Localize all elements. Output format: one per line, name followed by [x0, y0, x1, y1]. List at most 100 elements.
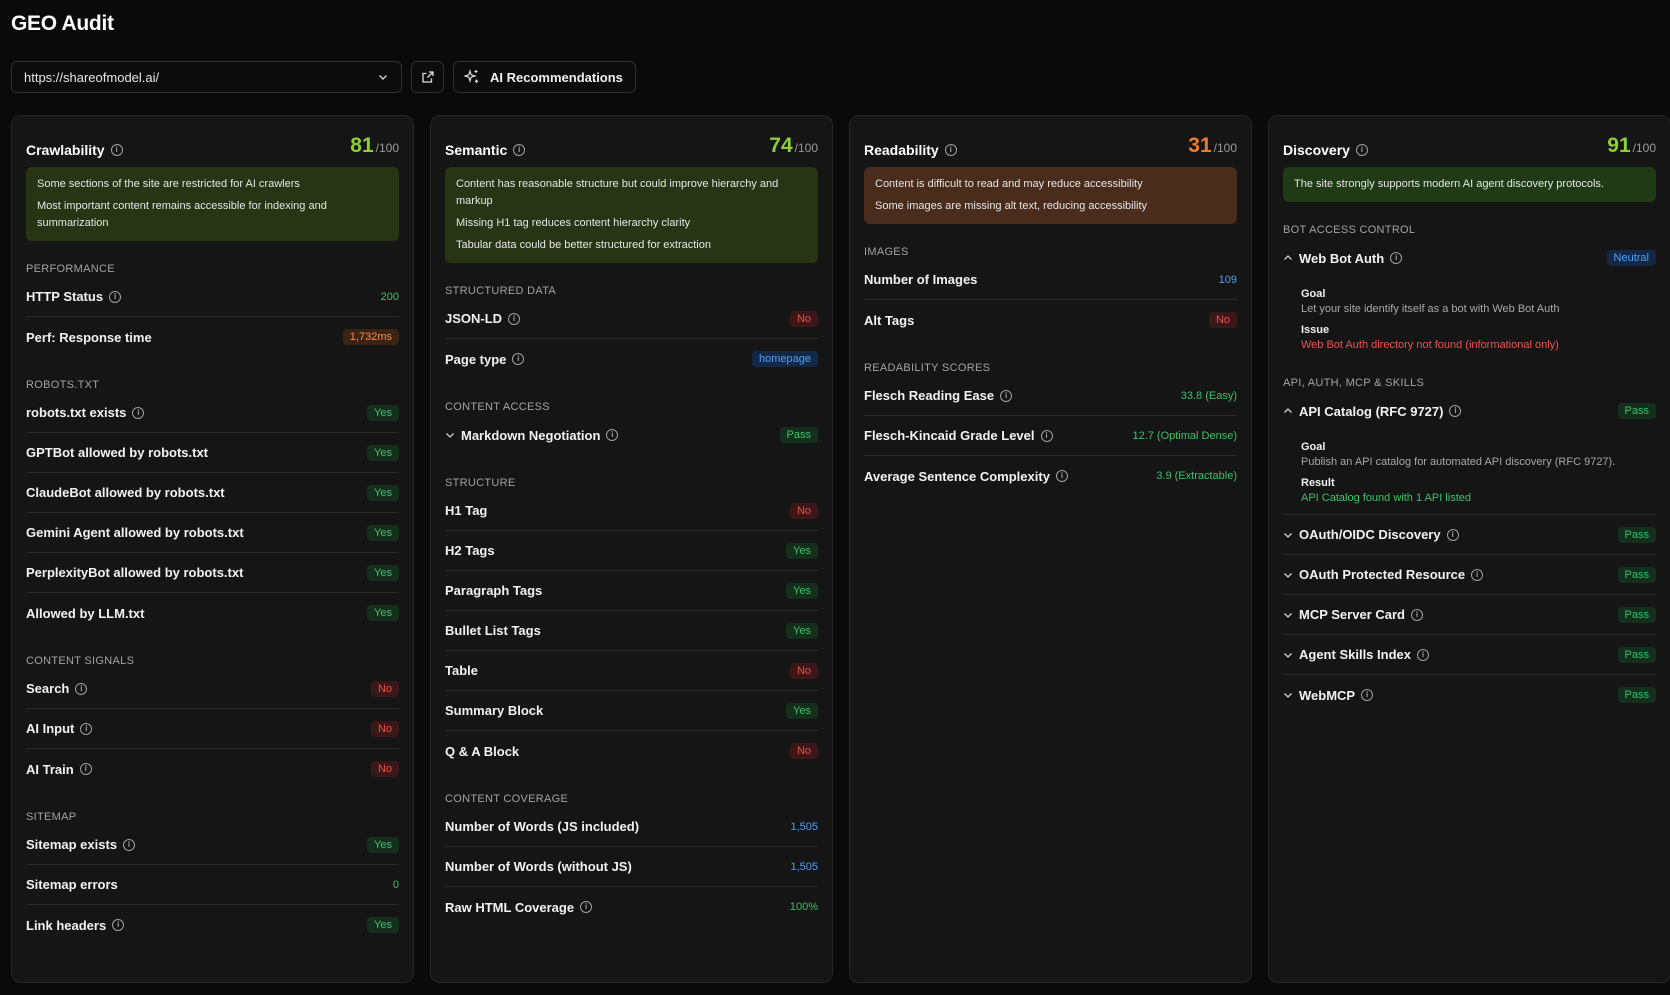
flesch-row: Flesch Reading Ease i 33.8 (Easy)	[864, 376, 1237, 416]
card-title: Readability i	[864, 142, 957, 158]
detail-value: Let your site identify itself as a bot w…	[1301, 303, 1560, 315]
detail-key: Goal	[1301, 288, 1326, 300]
info-icon[interactable]: i	[1355, 144, 1368, 156]
info-icon[interactable]: i	[508, 312, 521, 325]
info-icon[interactable]: i	[1449, 405, 1462, 417]
info-icon[interactable]: i	[109, 290, 122, 303]
info-icon[interactable]: i	[123, 838, 136, 851]
markdown-negotiation-row[interactable]: Markdown Negotiation i Pass	[445, 415, 818, 455]
words-nojs-row: Number of Words (without JS) 1,505	[445, 847, 818, 887]
value: 1,505	[790, 820, 818, 833]
summary-item: Tabular data could be better structured …	[456, 239, 711, 251]
ai-recommendations-label: AI Recommendations	[490, 69, 623, 85]
mcp-server-card-row[interactable]: MCP Server Card i Pass	[1283, 595, 1656, 635]
badge: Yes	[786, 582, 818, 599]
value: 109	[1218, 273, 1237, 286]
section-label: IMAGES	[864, 246, 909, 258]
info-icon[interactable]: i	[512, 353, 525, 365]
webmcp-row[interactable]: WebMCP i Pass	[1283, 675, 1656, 715]
summary-item: Some images are missing alt text, reduci…	[875, 200, 1148, 212]
detail-key: Result	[1301, 477, 1335, 489]
info-icon[interactable]: i	[1040, 429, 1053, 442]
card-title: Crawlability i	[26, 142, 123, 158]
claudebot-row: ClaudeBot allowed by robots.txt Yes	[26, 473, 399, 513]
info-icon[interactable]: i	[1000, 389, 1013, 402]
oauth-oidc-row[interactable]: OAuth/OIDC Discovery i Pass	[1283, 515, 1656, 555]
open-external-button[interactable]	[411, 61, 444, 93]
info-icon[interactable]: i	[79, 763, 92, 775]
chevron-down-icon[interactable]	[1283, 650, 1293, 660]
section-label: CONTENT SIGNALS	[26, 655, 135, 667]
info-icon[interactable]: i	[1416, 648, 1429, 661]
paragraph-row: Paragraph Tags Yes	[445, 571, 818, 611]
chevron-down-icon[interactable]	[1283, 690, 1293, 700]
info-icon[interactable]: i	[112, 919, 125, 931]
chevron-down-icon[interactable]	[1283, 530, 1293, 540]
badge: Pass	[779, 427, 818, 443]
summary-box: Content is difficult to read and may red…	[864, 167, 1237, 224]
badge: Yes	[786, 622, 818, 639]
info-icon[interactable]: i	[1471, 568, 1484, 581]
summary-item: The site strongly supports modern AI age…	[1294, 178, 1604, 190]
section-label: SITEMAP	[26, 811, 77, 823]
gptbot-row: GPTBot allowed by robots.txt Yes	[26, 433, 399, 473]
badge: Yes	[367, 564, 399, 581]
api-catalog-detail: Goal Publish an API catalog for automate…	[1283, 431, 1656, 515]
info-icon[interactable]: i	[1410, 608, 1423, 621]
external-link-icon	[421, 71, 434, 83]
summary-item: Most important content remains accessibl…	[37, 200, 327, 229]
table-row: Table No	[445, 651, 818, 691]
info-icon[interactable]: i	[944, 144, 957, 156]
info-icon[interactable]: i	[1390, 252, 1403, 264]
words-js-row: Number of Words (JS included) 1,505	[445, 807, 818, 847]
chevron-down-icon[interactable]	[1283, 570, 1293, 580]
ai-input-row: AI Input i No	[26, 709, 399, 749]
badge: 1,732ms	[342, 329, 399, 345]
detail-key: Issue	[1301, 324, 1330, 336]
info-icon[interactable]: i	[80, 722, 93, 735]
page-type-row: Page type i homepage	[445, 339, 818, 379]
oauth-protected-row[interactable]: OAuth Protected Resource i Pass	[1283, 555, 1656, 595]
card-title: Discovery i	[1283, 142, 1368, 158]
info-icon[interactable]: i	[75, 682, 88, 695]
info-icon[interactable]: i	[132, 406, 145, 419]
fk-row: Flesch-Kincaid Grade Level i 12.7 (Optimal…	[864, 416, 1237, 456]
badge: Yes	[367, 524, 399, 541]
badge: Yes	[786, 542, 818, 559]
badge: No	[370, 720, 399, 737]
summary-box: Some sections of the site are restricted…	[26, 167, 399, 241]
chevron-up-icon[interactable]	[1283, 253, 1293, 263]
info-icon[interactable]: i	[1446, 528, 1459, 541]
response-time-row: Perf: Response time 1,732ms	[26, 317, 399, 357]
value: 1,505	[790, 860, 818, 873]
info-icon[interactable]: i	[1055, 470, 1068, 482]
ai-recommendations-button[interactable]: AI Recommendations	[453, 61, 636, 93]
http-status-row: HTTP Status i 200	[26, 277, 399, 317]
score: 91/100	[1607, 134, 1656, 157]
info-icon[interactable]: i	[580, 901, 593, 913]
web-bot-auth-detail: Goal Let your site identify itself as a …	[1283, 278, 1656, 361]
section-label: API, AUTH, MCP & SKILLS	[1283, 377, 1425, 389]
web-bot-auth-row[interactable]: Web Bot Auth i Neutral	[1283, 238, 1656, 278]
qa-block-row: Q & A Block No	[445, 731, 818, 771]
badge: No	[1208, 312, 1237, 328]
info-icon[interactable]: i	[1361, 689, 1374, 701]
chevron-down-icon[interactable]	[445, 430, 455, 440]
perplexity-row: PerplexityBot allowed by robots.txt Yes	[26, 553, 399, 593]
info-icon[interactable]: i	[110, 144, 123, 156]
agent-skills-row[interactable]: Agent Skills Index i Pass	[1283, 635, 1656, 675]
badge: No	[789, 743, 818, 759]
api-catalog-row[interactable]: API Catalog (RFC 9727) i Pass	[1283, 391, 1656, 431]
chevron-down-icon	[379, 75, 387, 80]
value: 200	[380, 290, 399, 303]
badge: Pass	[1617, 566, 1656, 583]
info-icon[interactable]: i	[606, 429, 619, 441]
chevron-up-icon[interactable]	[1283, 406, 1293, 416]
summary-item: Some sections of the site are restricted…	[37, 178, 300, 190]
info-icon[interactable]: i	[513, 144, 526, 156]
badge: Neutral	[1606, 250, 1656, 266]
url-select[interactable]: https://shareofmodel.ai/	[11, 61, 402, 93]
chevron-down-icon[interactable]	[1283, 610, 1293, 620]
llm-row: Allowed by LLM.txt Yes	[26, 593, 399, 633]
sitemap-exists-row: Sitemap exists i Yes	[26, 825, 399, 865]
